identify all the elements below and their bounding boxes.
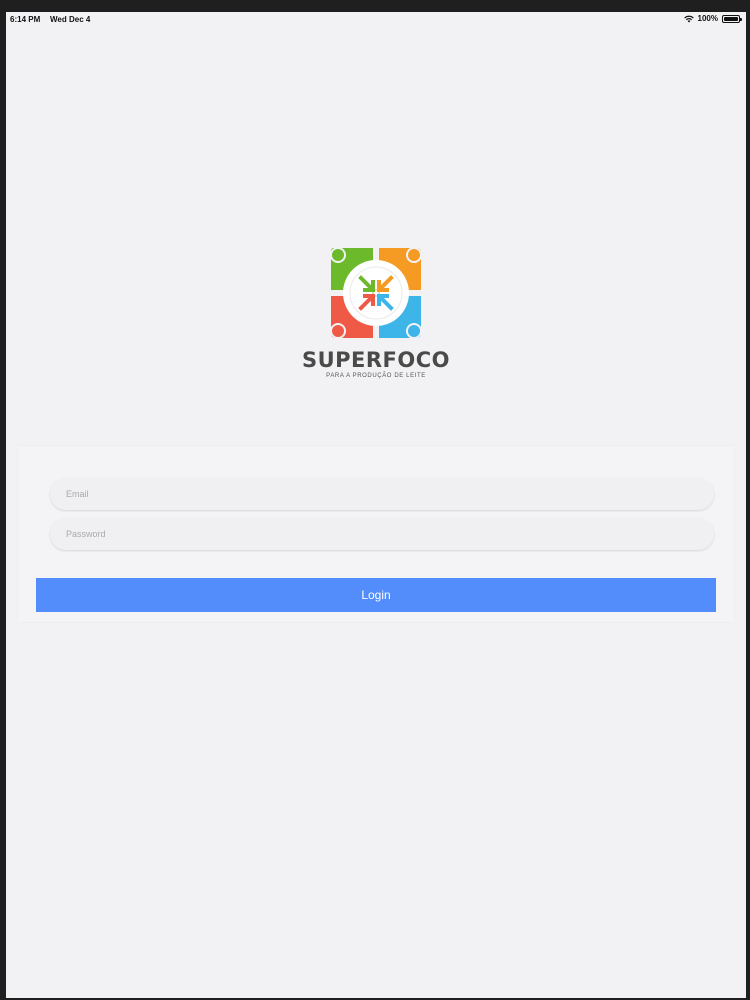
- email-field[interactable]: [50, 478, 714, 510]
- battery-fill: [724, 16, 738, 21]
- status-date: Wed Dec 4: [50, 15, 91, 24]
- ipad-screen: 6:14 PM Wed Dec 4 100% SUPERFOCO PARA A …: [6, 12, 746, 998]
- login-button[interactable]: Login: [36, 578, 716, 612]
- password-field[interactable]: [50, 518, 714, 550]
- window-top-border: [0, 0, 750, 12]
- login-card: Login: [18, 446, 734, 622]
- brand-tagline: PARA A PRODUÇÃO DE LEITE: [326, 373, 426, 379]
- superfoco-logo-icon: [330, 247, 422, 339]
- battery-percent: 100%: [697, 14, 718, 23]
- brand-name: SUPERFOCO: [301, 348, 451, 372]
- wifi-icon: [683, 15, 694, 22]
- status-indicators: 100%: [683, 14, 742, 23]
- status-bar: 6:14 PM Wed Dec 4 100%: [6, 12, 746, 26]
- brand-logo: SUPERFOCO PARA A PRODUÇÃO DE LEITE: [6, 244, 746, 379]
- status-time: 6:14 PM: [10, 15, 41, 24]
- battery-icon: [722, 14, 742, 23]
